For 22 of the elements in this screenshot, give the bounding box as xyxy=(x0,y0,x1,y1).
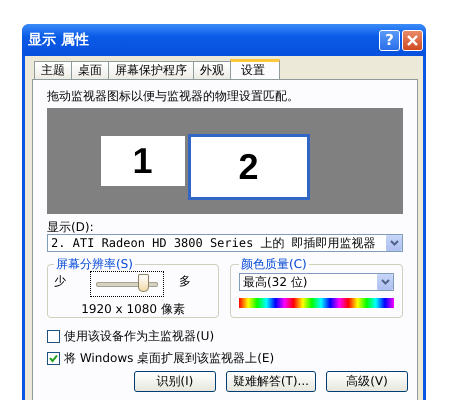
dropdown[interactable]: 2. ATI Radeon HD 3800 Series 上的 即插即用监视器 xyxy=(47,234,403,252)
less-label: 少 xyxy=(54,273,66,290)
monitor-icon[interactable]: 2 xyxy=(188,134,310,200)
dialog-button[interactable]: 高级(V) xyxy=(326,371,408,392)
more-label: 多 xyxy=(179,273,191,290)
dialog-button[interactable]: 疑难解答(T)... xyxy=(226,371,316,392)
checkbox-label: 使用该设备作为主监视器(U) xyxy=(64,328,214,345)
monitor-icon[interactable]: 1 xyxy=(100,136,184,186)
dialog-button[interactable]: 识别(I) xyxy=(134,371,216,392)
group-title: 屏幕分辨率(S) xyxy=(55,256,134,273)
tab[interactable]: 设置 xyxy=(230,59,280,79)
checkbox-label: 将 Windows 桌面扩展到该监视器上(E) xyxy=(64,350,274,367)
tab[interactable]: 桌面 xyxy=(71,61,109,79)
resolution-reading: 1920 x 1080 像素 xyxy=(80,301,186,318)
dropdown[interactable]: 最高(32 位) xyxy=(239,273,394,291)
display-label: 显示(D): xyxy=(47,219,95,234)
group-title: 颜色质量(C) xyxy=(240,256,308,273)
tab[interactable]: 主题 xyxy=(34,61,72,79)
tab[interactable]: 外观 xyxy=(193,61,231,79)
window-title: 显示 属性 xyxy=(28,31,90,49)
tab[interactable]: 屏幕保护程序 xyxy=(108,61,194,79)
instruction-text: 拖动监视器图标以便与监视器的物理设置匹配。 xyxy=(47,88,300,105)
